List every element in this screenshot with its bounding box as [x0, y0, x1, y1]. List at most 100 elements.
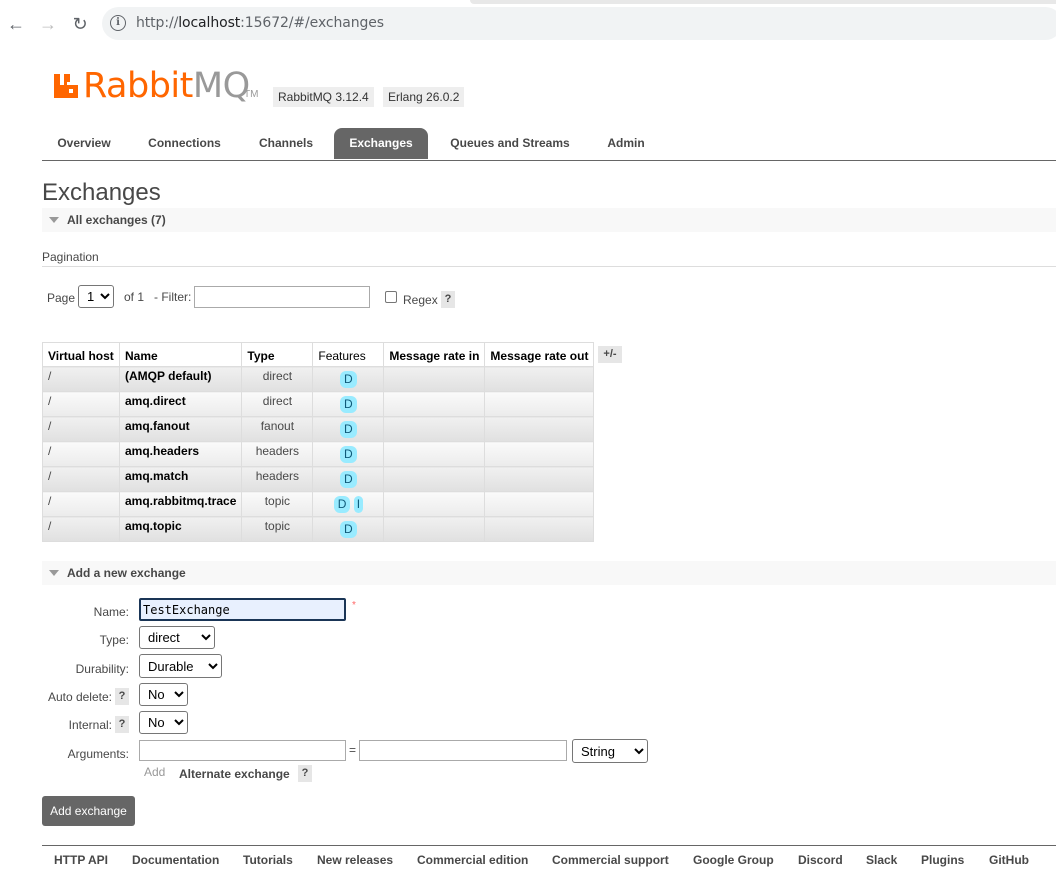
column-name[interactable]: Name [118, 342, 243, 367]
back-arrow-icon[interactable]: ← [5, 13, 27, 35]
page-select[interactable]: 1 [78, 285, 114, 308]
row-vhost: / [42, 366, 120, 392]
add-argument-link[interactable]: Add [144, 765, 165, 779]
exchange-name-link[interactable]: amq.rabbitmq.trace [118, 491, 243, 517]
exchange-name-link[interactable]: amq.direct [118, 391, 243, 417]
footer-link-tutorials[interactable]: Tutorials [243, 853, 293, 867]
durability-select[interactable]: Durable [139, 654, 222, 678]
argument-type-select[interactable]: String [572, 739, 648, 763]
auto-delete-help-icon[interactable]: ? [115, 688, 129, 705]
filter-input[interactable] [194, 286, 370, 308]
row-type: fanout [241, 416, 314, 442]
row-type: direct [241, 391, 314, 417]
all-exchanges-section-header[interactable]: All exchanges (7) [42, 208, 1056, 232]
url-text[interactable]: http://localhost:15672/#/exchanges [136, 15, 384, 31]
footer-link-discord[interactable]: Discord [798, 853, 843, 867]
row-features: D [312, 466, 385, 492]
row-type: headers [241, 441, 314, 467]
argument-key-input[interactable] [139, 740, 346, 761]
internal-help-icon[interactable]: ? [115, 716, 129, 733]
table-row: / amq.fanout fanout D [42, 416, 595, 442]
row-type: topic [241, 491, 314, 517]
url-host: localhost [178, 15, 241, 31]
row-type: topic [241, 516, 314, 542]
site-info-icon[interactable]: i [110, 15, 126, 31]
alternate-exchange-help-icon[interactable]: ? [298, 765, 312, 782]
exchanges-table: Virtual host Name Type Features Message … [42, 342, 595, 542]
alternate-exchange-link[interactable]: Alternate exchange [179, 767, 290, 781]
footer-link-slack[interactable]: Slack [866, 853, 897, 867]
exchange-name-link[interactable]: amq.match [118, 466, 243, 492]
internal-select[interactable]: No [139, 711, 188, 734]
column-message-rate-out[interactable]: Message rate out [484, 342, 595, 367]
row-rate-out [484, 466, 595, 492]
column-toggle-button[interactable]: +/- [598, 346, 622, 363]
row-features: D I [312, 491, 385, 517]
auto-delete-select[interactable]: No [139, 683, 188, 706]
exchange-name-input[interactable] [139, 598, 346, 621]
row-rate-out [484, 366, 595, 392]
pagination-label[interactable]: Pagination [42, 250, 99, 264]
exchange-name-link[interactable]: amq.topic [118, 516, 243, 542]
add-exchange-section-header[interactable]: Add a new exchange [42, 561, 1056, 585]
exchange-name-link[interactable]: amq.fanout [118, 416, 243, 442]
erlang-version-badge: Erlang 26.0.2 [383, 87, 465, 107]
all-exchanges-title: All exchanges (7) [67, 213, 166, 227]
tab-admin[interactable]: Admin [595, 128, 657, 159]
footer-link-commercial-support[interactable]: Commercial support [552, 853, 669, 867]
table-row: / amq.headers headers D [42, 441, 595, 467]
footer-link-new-releases[interactable]: New releases [317, 853, 393, 867]
page-title: Exchanges [42, 179, 161, 206]
rabbitmq-logo-icon [54, 74, 78, 98]
feature-durable-badge: D [340, 421, 357, 438]
page-label: Page [47, 291, 76, 305]
internal-label: Internal: [68, 718, 112, 732]
collapse-triangle-icon [49, 217, 59, 223]
row-rate-in [383, 441, 486, 467]
column-virtual-host[interactable]: Virtual host [42, 342, 120, 367]
arguments-label: Arguments: [67, 747, 129, 761]
type-select[interactable]: direct [139, 626, 215, 649]
regex-label: Regex [403, 293, 438, 307]
durability-label: Durability: [75, 662, 129, 676]
row-features: D [312, 516, 385, 542]
column-message-rate-in[interactable]: Message rate in [383, 342, 486, 367]
feature-durable-badge: D [340, 396, 357, 413]
footer-link-commercial-edition[interactable]: Commercial edition [417, 853, 528, 867]
tab-connections[interactable]: Connections [134, 128, 235, 159]
footer-link-github[interactable]: GitHub [989, 853, 1029, 867]
address-bar[interactable]: i http://localhost:15672/#/exchanges [102, 7, 1056, 40]
page-count-label: of 1 [124, 290, 145, 304]
main-nav-tabs: Overview Connections Channels Exchanges … [42, 128, 1056, 161]
table-row: / amq.match headers D [42, 466, 595, 492]
footer-link-google-group[interactable]: Google Group [693, 853, 774, 867]
footer-link-documentation[interactable]: Documentation [132, 853, 219, 867]
column-type[interactable]: Type [241, 342, 314, 367]
footer-link-plugins[interactable]: Plugins [921, 853, 964, 867]
tab-queues-and-streams[interactable]: Queues and Streams [440, 128, 580, 159]
row-rate-out [484, 416, 595, 442]
tab-exchanges[interactable]: Exchanges [334, 128, 428, 159]
forward-arrow-icon[interactable]: → [37, 13, 59, 35]
add-exchange-button[interactable]: Add exchange [42, 796, 135, 826]
footer-link-http-api[interactable]: HTTP API [54, 853, 108, 867]
row-rate-in [383, 466, 486, 492]
regex-checkbox[interactable] [385, 291, 397, 303]
table-row: / amq.rabbitmq.trace topic D I [42, 491, 595, 517]
argument-equals: = [349, 743, 357, 757]
row-features: D [312, 391, 385, 417]
reload-icon[interactable]: ↻ [69, 13, 91, 35]
logo-wordmark: RabbitMQ [83, 66, 250, 106]
tab-strip-edge [470, 0, 1056, 4]
exchange-name-link[interactable]: amq.headers [118, 441, 243, 467]
argument-value-input[interactable] [359, 740, 567, 761]
url-scheme: http:// [136, 15, 179, 31]
auto-delete-label: Auto delete: [47, 690, 112, 704]
tab-channels[interactable]: Channels [245, 128, 327, 159]
table-row: / (AMQP default) direct D [42, 366, 595, 392]
row-vhost: / [42, 441, 120, 467]
feature-durable-badge: D [340, 521, 357, 538]
tab-overview[interactable]: Overview [42, 128, 126, 159]
exchange-name-link[interactable]: (AMQP default) [118, 366, 243, 392]
regex-help-icon[interactable]: ? [441, 291, 455, 308]
